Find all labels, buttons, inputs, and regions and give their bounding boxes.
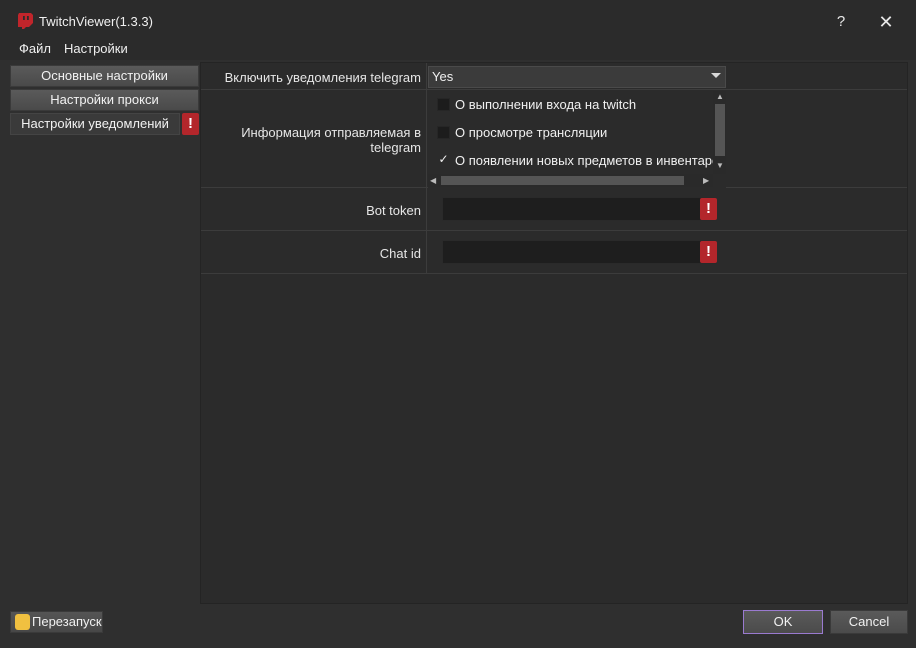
option-watching-label: О просмотре трансляции [455, 125, 608, 140]
menu-file[interactable]: Файл [19, 41, 51, 56]
scrollbar-thumb[interactable] [441, 176, 684, 185]
enable-telegram-select[interactable] [428, 66, 726, 88]
checkbox-watching[interactable] [437, 126, 450, 139]
column-divider [426, 63, 427, 273]
bot-token-label: Bot token [366, 203, 421, 218]
warning-icon: ! [700, 198, 717, 220]
chat-id-label: Chat id [379, 246, 421, 261]
scrollbar-thumb[interactable] [715, 104, 725, 156]
menu-settings[interactable]: Настройки [64, 41, 128, 56]
warning-icon: ! [700, 241, 717, 263]
checkbox-login[interactable] [437, 98, 450, 111]
chevron-down-icon [711, 73, 721, 78]
info-label-continued: telegram [370, 140, 421, 155]
scroll-left-icon[interactable]: ◀ [430, 176, 436, 186]
restart-icon [15, 614, 30, 630]
row-divider [201, 230, 907, 231]
option-login-label: О выполнении входа на twitch [455, 97, 637, 112]
window-title: TwitchViewer(1.3.3) [39, 14, 153, 29]
checkbox-new-items[interactable]: ✓ [437, 153, 450, 167]
sidebar-item-proxy[interactable]: Настройки прокси [10, 89, 199, 111]
warning-icon: ! [182, 113, 199, 135]
help-button[interactable]: ? [826, 9, 856, 35]
sidebar-item-general[interactable]: Основные настройки [10, 65, 199, 87]
close-button[interactable]: ✕ [870, 9, 902, 35]
scroll-down-icon[interactable]: ▼ [716, 161, 724, 171]
option-new-items-label: О появлении новых предметов в инвентаре [455, 153, 720, 168]
app-logo-icon [18, 13, 33, 29]
info-label: Информация отправляемая в [241, 125, 421, 140]
menu-bar [0, 38, 916, 60]
enable-telegram-value: Yes [432, 69, 454, 84]
sidebar-item-notifications[interactable]: Настройки уведомлений [10, 113, 180, 135]
restart-button-label: Перезапуск [32, 614, 102, 629]
ok-button[interactable]: OK [743, 610, 823, 634]
bot-token-input[interactable] [442, 197, 717, 221]
enable-telegram-label: Включить уведомления telegram [224, 70, 421, 85]
chat-id-input[interactable] [442, 240, 717, 264]
scroll-up-icon[interactable]: ▲ [716, 92, 724, 102]
cancel-button[interactable]: Cancel [830, 610, 908, 634]
scroll-right-icon[interactable]: ▶ [703, 176, 709, 186]
row-divider [201, 273, 907, 274]
